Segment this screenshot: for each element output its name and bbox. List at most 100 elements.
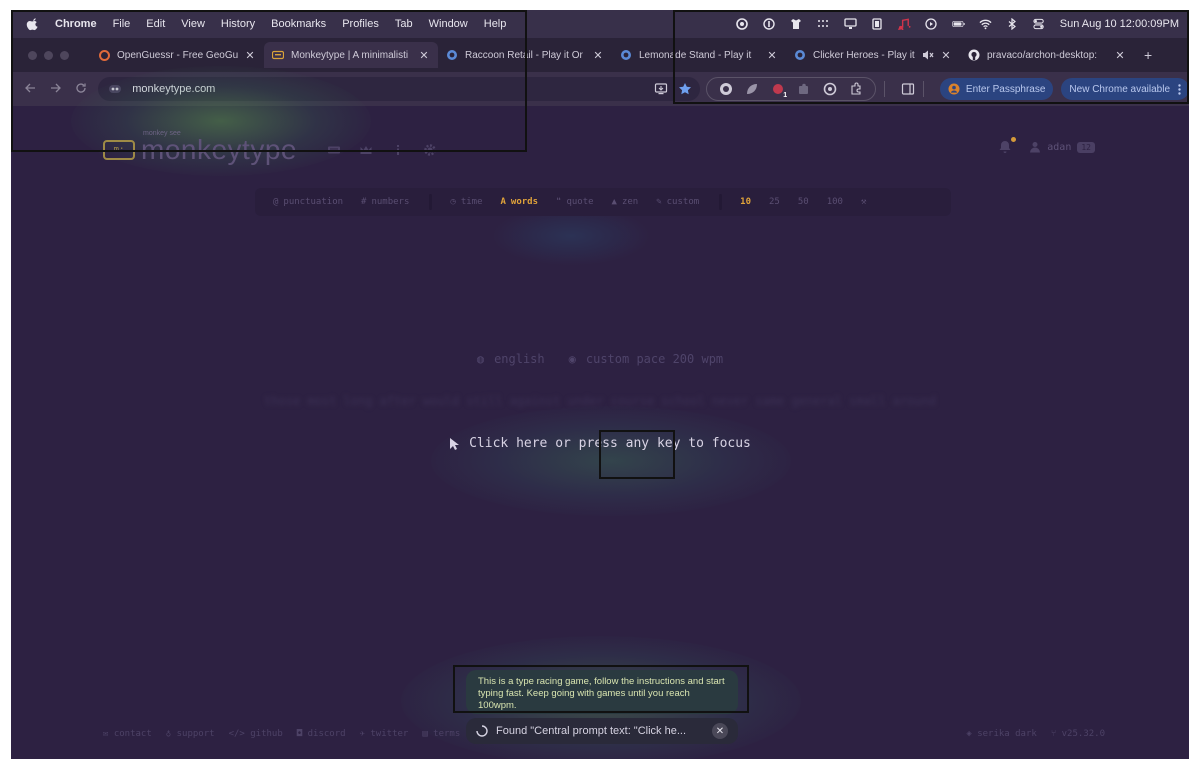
tab-github-archon[interactable]: pravaco/archon-desktop: ✕ xyxy=(960,42,1134,68)
test-config-bar: @ punctuation # numbers ◷ time Awords ❝ quot… xyxy=(255,188,951,216)
footer-github-link[interactable]: </> github xyxy=(229,729,283,739)
back-icon[interactable] xyxy=(24,82,37,96)
word-count-10[interactable]: 10 xyxy=(740,197,751,207)
footer-contact-link[interactable]: ✉ contact xyxy=(103,729,152,739)
menu-window[interactable]: Window xyxy=(429,18,468,30)
music-icon[interactable] xyxy=(898,18,911,31)
language-selector[interactable]: ◍ english xyxy=(477,352,545,366)
mode-custom[interactable]: ✎ custom xyxy=(656,197,699,207)
extensions-menu-icon[interactable] xyxy=(849,82,863,96)
close-tab-icon[interactable]: ✕ xyxy=(592,49,604,62)
tab-clicker-heroes[interactable]: Clicker Heroes - Play it ✕ xyxy=(786,42,960,68)
new-tab-button[interactable]: + xyxy=(1144,47,1152,63)
menu-edit[interactable]: Edit xyxy=(146,18,165,30)
tab-lemonade-stand[interactable]: Lemonade Stand - Play it ✕ xyxy=(612,42,786,68)
logo-subtitle: monkey see xyxy=(143,130,181,137)
word-count-50[interactable]: 50 xyxy=(798,197,809,207)
info-icon[interactable] xyxy=(391,143,405,157)
punctuation-toggle[interactable]: @ punctuation xyxy=(273,197,343,207)
mode-time[interactable]: ◷ time xyxy=(450,197,482,207)
extension-badge-count: 1 xyxy=(782,92,789,99)
close-tab-icon[interactable]: ✕ xyxy=(766,49,778,62)
menubar-clock[interactable]: Sun Aug 10 12:00:09PM xyxy=(1060,18,1179,30)
menu-app-name[interactable]: Chrome xyxy=(55,18,97,30)
monkeytype-title[interactable]: monkeytype xyxy=(141,134,297,166)
apple-icon[interactable] xyxy=(26,17,40,31)
site-settings-icon[interactable] xyxy=(108,82,122,96)
extension-shield-icon[interactable] xyxy=(719,82,733,96)
word-count-100[interactable]: 100 xyxy=(827,197,843,207)
close-icon[interactable]: ✕ xyxy=(712,723,728,739)
extension-puzzle-icon[interactable] xyxy=(797,82,811,96)
grid-dots-icon[interactable] xyxy=(817,18,830,31)
settings-gear-icon[interactable] xyxy=(423,143,437,157)
mode-zen[interactable]: ▲ zen xyxy=(612,197,639,207)
control-center-icon[interactable] xyxy=(1033,18,1046,31)
crown-icon[interactable] xyxy=(359,143,373,157)
menu-profiles[interactable]: Profiles xyxy=(342,18,379,30)
focus-prompt[interactable]: Click here or press any key to focus xyxy=(11,436,1189,451)
menu-bookmarks[interactable]: Bookmarks xyxy=(271,18,326,30)
new-chrome-available-button[interactable]: New Chrome available xyxy=(1061,78,1189,100)
shirt-icon[interactable] xyxy=(790,18,803,31)
menu-view[interactable]: View xyxy=(181,18,205,30)
tab-title: Lemonade Stand - Play it xyxy=(639,49,752,61)
close-tab-icon[interactable]: ✕ xyxy=(244,49,256,62)
url-text[interactable]: monkeytype.com xyxy=(132,83,215,95)
monkeytype-logo-icon[interactable]: m: xyxy=(103,140,135,160)
close-tab-icon[interactable]: ✕ xyxy=(940,49,952,62)
footer-discord-link[interactable]: ◘ discord xyxy=(297,729,346,739)
theme-selector[interactable]: ◈ serika dark xyxy=(966,729,1036,739)
extension-leaf-icon[interactable] xyxy=(745,82,759,96)
install-app-icon[interactable] xyxy=(654,82,668,96)
enter-passphrase-button[interactable]: Enter Passphrase xyxy=(939,78,1054,100)
more-menu-icon[interactable] xyxy=(1178,83,1181,95)
mode-quote[interactable]: ❝ quote xyxy=(556,197,594,207)
bluetooth-icon[interactable] xyxy=(1006,18,1019,31)
screen: Chrome File Edit View History Bookmarks … xyxy=(11,10,1189,759)
menu-history[interactable]: History xyxy=(221,18,255,30)
minimize-window-button[interactable] xyxy=(44,50,53,60)
blurred-word-list[interactable]: those most long after would still agains… xyxy=(105,394,1095,414)
user-icon[interactable] xyxy=(1029,141,1041,153)
zoom-window-button[interactable] xyxy=(60,50,69,60)
close-window-button[interactable] xyxy=(28,50,37,60)
play-circle-icon[interactable] xyxy=(925,18,938,31)
footer-twitter-link[interactable]: ✈ twitter xyxy=(360,729,409,739)
tab-raccoon-retail[interactable]: Raccoon Retail - Play it Or ✕ xyxy=(438,42,612,68)
menu-file[interactable]: File xyxy=(113,18,131,30)
muted-speaker-icon[interactable] xyxy=(922,49,934,61)
numbers-toggle[interactable]: # numbers xyxy=(361,197,409,207)
address-bar[interactable]: monkeytype.com xyxy=(98,77,701,101)
footer-support-link[interactable]: ♁ support xyxy=(166,729,215,739)
extension-ring-icon[interactable] xyxy=(823,82,837,96)
display-icon[interactable] xyxy=(844,18,857,31)
close-tab-icon[interactable]: ✕ xyxy=(418,49,430,62)
tab-openguessr[interactable]: OpenGuessr - Free GeoGu ✕ xyxy=(90,42,264,68)
mode-words[interactable]: Awords xyxy=(501,197,539,207)
version-link[interactable]: ⑂ v25.32.0 xyxy=(1051,729,1105,739)
quote-label: quote xyxy=(566,197,594,207)
time-label: time xyxy=(460,197,483,207)
test-mode-info: ◍ english ◉ custom pace 200 wpm xyxy=(11,352,1189,366)
battery-small-icon[interactable] xyxy=(871,18,884,31)
custom-count-tools-icon[interactable]: ⚒ xyxy=(861,197,866,207)
keyboard-icon[interactable] xyxy=(327,143,341,157)
bookmark-star-icon[interactable] xyxy=(678,82,692,96)
menu-help[interactable]: Help xyxy=(484,18,507,30)
username[interactable]: adan xyxy=(1047,142,1071,153)
extension-badge-icon[interactable]: 1 xyxy=(771,82,789,99)
reload-icon[interactable] xyxy=(75,82,88,96)
forward-icon[interactable] xyxy=(50,82,63,96)
close-tab-icon[interactable]: ✕ xyxy=(1114,49,1126,62)
record-icon[interactable] xyxy=(736,18,749,31)
onepassword-icon[interactable] xyxy=(763,18,776,31)
notifications-bell-icon[interactable] xyxy=(999,137,1017,154)
pace-caret-indicator[interactable]: ◉ custom pace 200 wpm xyxy=(569,352,724,366)
word-count-25[interactable]: 25 xyxy=(769,197,780,207)
wifi-icon[interactable] xyxy=(979,18,992,31)
menu-tab[interactable]: Tab xyxy=(395,18,413,30)
side-panel-icon[interactable] xyxy=(901,82,915,96)
tab-monkeytype[interactable]: Monkeytype | A minimalisti ✕ xyxy=(264,42,438,68)
footer-terms-link[interactable]: ▤ terms xyxy=(422,729,460,739)
